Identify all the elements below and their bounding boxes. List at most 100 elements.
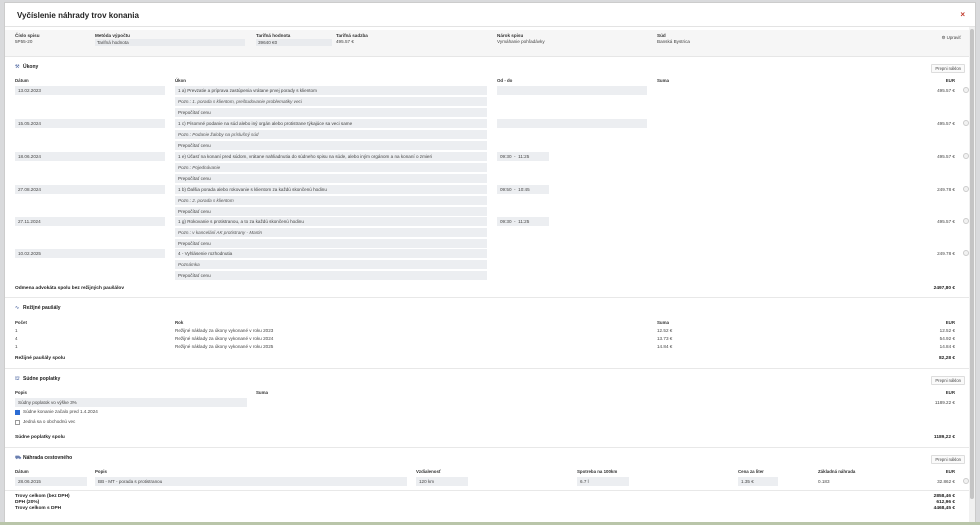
method-select[interactable]: Tarifná hodnota	[95, 39, 245, 46]
travel-date-field[interactable]: 28.06.2015	[15, 477, 87, 486]
col-eur: EUR	[945, 320, 955, 325]
case-number-label: Číslo spisu	[15, 33, 40, 38]
action-date-field[interactable]: 27.11.2024	[15, 217, 165, 226]
overhead-total-label: Režijné paušály spolu	[15, 356, 66, 361]
checkbox-commercial-label: Jedná sa o obchodnú vec	[23, 419, 76, 424]
action-type-field[interactable]: 1 c) Písomné podanie na súd alebo iný or…	[175, 119, 487, 128]
col-sum: Suma	[256, 390, 268, 395]
recalculate-field[interactable]: Prepočítať cenu	[175, 271, 487, 280]
action-note-field[interactable]: Pozn.: Podanie žaloby na príslušný súd	[175, 130, 487, 139]
travel-consumption-field[interactable]: 6.7 l	[577, 477, 629, 486]
ukony-title-text: Úkony	[23, 64, 39, 70]
divider	[5, 297, 971, 298]
recalculate-field[interactable]: Prepočítať cenu	[175, 207, 487, 216]
tariff-rate-value: 495.57 €	[336, 39, 354, 44]
overhead-title-text: Režijné paušály	[23, 305, 61, 311]
travel-description-field[interactable]: BB - MT - porada s protistranou	[95, 477, 407, 486]
action-note-field[interactable]: Pozn.: 1. porada s klientom, preštudovan…	[175, 97, 487, 106]
overhead-count: 4	[15, 336, 18, 341]
total-with-vat-label: Trovy celkom s DPH	[15, 506, 62, 511]
court-fees-title-text: Súdne poplatky	[23, 376, 61, 382]
action-type-field[interactable]: 1 a) Prevzatie a príprava zastúpenia vrá…	[175, 86, 487, 95]
court-label: Súd	[657, 33, 666, 38]
action-note-field[interactable]: Pozn.: 2. porada s klientom	[175, 196, 487, 205]
time-range[interactable]: 09:30 - 11:25	[497, 217, 549, 226]
edit-button[interactable]: ⚙ Upraviť	[941, 35, 961, 41]
col-sum: Suma	[657, 320, 669, 325]
ukony-total-value: 2497,80 €	[933, 286, 955, 291]
recalculate-field[interactable]: Prepočítať cenu	[175, 239, 487, 248]
action-eur-value: 249.78 €	[937, 187, 955, 192]
action-type-field[interactable]: 4 - Vyhlásenie rozhodnutia	[175, 249, 487, 258]
close-button[interactable]: ×	[960, 10, 965, 19]
time-range[interactable]: 09:50 - 10:45	[497, 185, 549, 194]
action-eur-value: 495.57 €	[937, 121, 955, 126]
overhead-eur: 14.84 €	[939, 344, 955, 349]
court-fee-eur: 1189.22 €	[934, 400, 955, 405]
travel-title-text: Náhrada cestovného	[23, 455, 73, 461]
court-fee-description-field[interactable]: Súdny poplatok vo výške 3%	[15, 398, 247, 407]
case-number-value: 5P55-20	[15, 39, 33, 44]
action-date-field[interactable]: 15.05.2024	[15, 119, 165, 128]
overhead-sum: 14.84 €	[657, 344, 673, 349]
action-note-field[interactable]: Pozn.: Pojednávanie	[175, 163, 487, 172]
tariff-value-input[interactable]: 39640 €0	[256, 39, 332, 46]
col-description: Popis	[15, 390, 27, 395]
action-type-field[interactable]: 1 b) Ďalšia porada alebo rokovanie s kli…	[175, 185, 487, 194]
checkbox-before-date-label: Súdne konanie začalo pred 1.4.2024	[23, 409, 98, 414]
court-fees-toggle-button[interactable]: Prepni náklon	[931, 376, 965, 385]
action-time-field[interactable]	[497, 119, 647, 128]
travel-toggle-button[interactable]: Prepni náklon	[931, 455, 965, 464]
action-date-field[interactable]: 27.08.2024	[15, 185, 165, 194]
scrollbar-thumb[interactable]	[970, 29, 974, 499]
col-action: Úkon	[175, 78, 186, 83]
overhead-section-title: ∿ Režijné paušály	[15, 305, 61, 311]
action-note-field[interactable]: Poznámka	[175, 260, 487, 269]
case-info-bar: Číslo spisu 5P55-20 Metóda výpočtu Tarif…	[5, 30, 971, 57]
overhead-count: 1	[15, 328, 18, 333]
action-note-field[interactable]: Pozn.: v kancelárii AK protistrany - Mar…	[175, 228, 487, 237]
divider	[5, 368, 971, 369]
col-description: Popis	[95, 469, 107, 474]
scrollbar[interactable]	[969, 27, 975, 522]
court-value: Banská Bystrica	[657, 39, 690, 44]
action-eur-value: 249.78 €	[937, 251, 955, 256]
action-eur-value: 495.57 €	[937, 154, 955, 159]
col-consumption: Spotreba na 100km	[577, 469, 618, 474]
car-icon: ⛟	[15, 455, 22, 461]
overhead-total-value: 82,28 €	[938, 356, 955, 361]
action-type-field[interactable]: 1 g) Rokovanie s protistranou, a to za k…	[175, 217, 487, 226]
checkbox-before-date[interactable]	[15, 410, 20, 415]
bank-icon: ⛫	[15, 376, 20, 382]
action-time-field[interactable]	[497, 86, 647, 95]
action-date-field[interactable]: 13.02.2023	[15, 86, 165, 95]
travel-price-field[interactable]: 1.35 €	[738, 477, 778, 486]
action-date-field[interactable]: 18.06.2024	[15, 152, 165, 161]
action-date-field[interactable]: 10.02.2025	[15, 249, 165, 258]
travel-distance-field[interactable]: 120 km	[416, 477, 468, 486]
col-eur: EUR	[945, 390, 955, 395]
recalculate-field[interactable]: Prepočítať cenu	[175, 141, 487, 150]
tariff-value-label: Tarifná hodnota	[256, 33, 291, 38]
col-date: Dátum	[15, 469, 29, 474]
action-type-field[interactable]: 1 e) Účasť na konaní pred súdom, vrátane…	[175, 152, 487, 161]
col-count: Počet	[15, 320, 27, 325]
checkbox-commercial[interactable]	[15, 420, 20, 425]
action-eur-value: 495.57 €	[937, 88, 955, 93]
recalculate-field[interactable]: Prepočítať cenu	[175, 108, 487, 117]
claim-value: Vymáhanie pohľadávky	[497, 39, 545, 44]
col-eur: EUR	[945, 78, 955, 83]
total-without-vat-label: Trovy celkom (bez DPH)	[15, 494, 70, 499]
recalculate-field[interactable]: Prepočítať cenu	[175, 174, 487, 183]
time-range[interactable]: 09:30 - 11:25	[497, 152, 549, 161]
ukony-toggle-button[interactable]: Prepni náklon	[931, 64, 965, 73]
court-fees-total-value: 1189,22 €	[933, 435, 955, 440]
overhead-sum: 13.73 €	[657, 336, 673, 341]
overhead-year: Režijné náklady za úkony vykonané v roku…	[175, 344, 274, 349]
edit-icon: ⚙	[941, 35, 946, 40]
time-to: 11:25	[518, 219, 530, 224]
overhead-year: Režijné náklady za úkony vykonané v roku…	[175, 336, 274, 341]
hammer-icon: ⚒	[15, 64, 20, 70]
divider	[5, 490, 971, 491]
claim-label: Nárok spisu	[497, 33, 524, 38]
